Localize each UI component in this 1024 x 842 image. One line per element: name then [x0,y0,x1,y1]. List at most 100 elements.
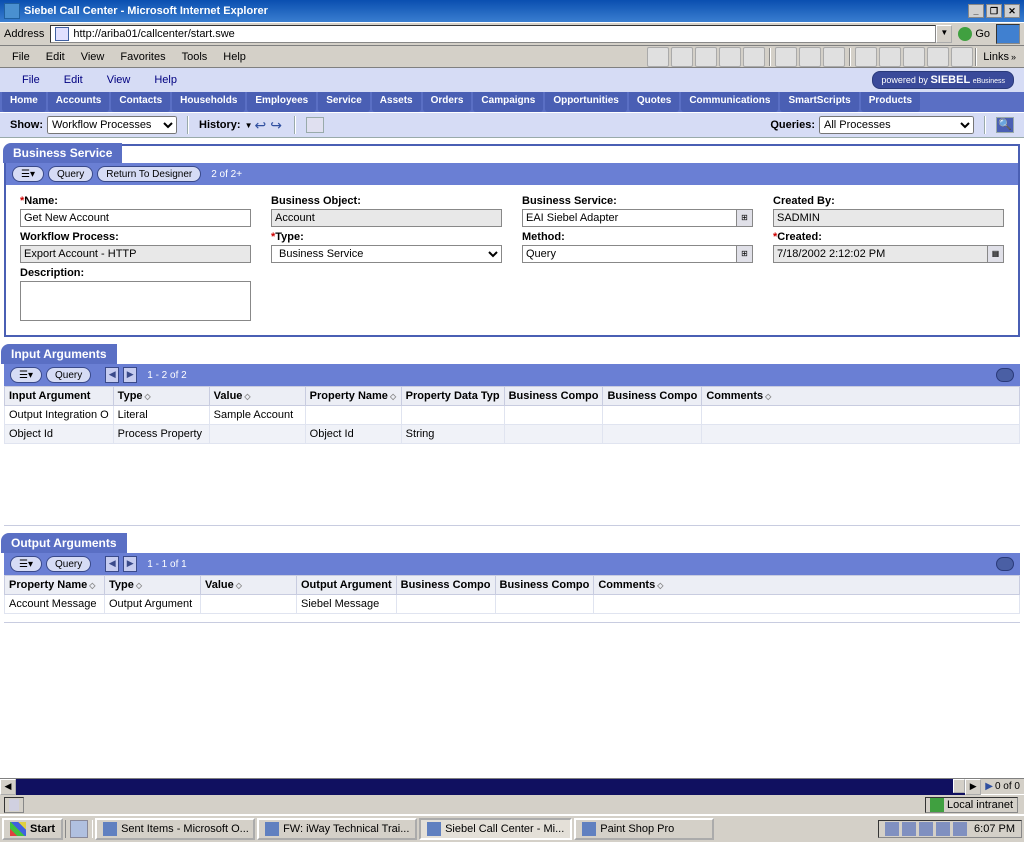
history-back-button[interactable]: ↩ [252,117,268,134]
history-button[interactable] [823,47,845,67]
col-comments[interactable]: Comments◇ [702,387,1020,406]
applet-menu-button[interactable]: ☰▾ [10,367,42,383]
show-dropdown[interactable]: Workflow Processes [47,116,177,134]
col-business-component[interactable]: Business Compo [504,387,603,406]
applet-toggle-button[interactable] [996,368,1014,382]
scroll-thumb[interactable] [953,779,965,793]
siebel-menu-view[interactable]: View [95,72,143,88]
url-dropdown-button[interactable]: ▼ [936,25,952,43]
business-service-pick-button[interactable]: ⊞ [737,209,753,227]
go-button[interactable]: Go [958,27,990,41]
query-button[interactable]: Query [48,166,93,182]
ie-menu-file[interactable]: File [4,49,38,65]
search-button[interactable] [775,47,797,67]
table-row[interactable]: Output Integration OLiteralSample Accoun… [5,406,1020,425]
scroll-right-button[interactable]: ▶ [965,779,981,795]
method-input[interactable] [522,245,737,263]
tab-smartscripts[interactable]: SmartScripts [780,92,858,112]
tab-communications[interactable]: Communications [681,92,778,112]
sitemap-icon[interactable] [306,117,324,133]
stop-button[interactable] [695,47,717,67]
ie-menu-tools[interactable]: Tools [174,49,216,65]
col-business-component[interactable]: Business Compo [396,576,495,595]
col-value[interactable]: Value◇ [209,387,305,406]
taskbar-item[interactable]: Sent Items - Microsoft O... [95,818,255,840]
back-button[interactable] [647,47,669,67]
type-dropdown[interactable]: Business Service [271,245,502,263]
ie-menu-edit[interactable]: Edit [38,49,73,65]
business-service-input[interactable] [522,209,737,227]
start-button[interactable]: Start [2,818,63,840]
table-row[interactable]: Object IdProcess PropertyObject IdString [5,425,1020,444]
created-calendar-button[interactable]: ▦ [988,245,1004,263]
tab-products[interactable]: Products [861,92,920,112]
return-to-designer-button[interactable]: Return To Designer [97,166,201,182]
favorites-button[interactable] [799,47,821,67]
next-record-button[interactable]: ▶ [123,367,137,383]
tray-icon[interactable] [936,822,950,836]
prev-record-button[interactable]: ◀ [105,556,119,572]
tray-icon[interactable] [953,822,967,836]
query-button[interactable]: Query [46,556,91,572]
ie-menu-favorites[interactable]: Favorites [112,49,173,65]
col-property-data-type[interactable]: Property Data Typ [401,387,504,406]
scroll-track[interactable] [16,779,965,795]
clock[interactable]: 6:07 PM [974,823,1015,835]
tab-contacts[interactable]: Contacts [111,92,170,112]
col-output-argument[interactable]: Output Argument [297,576,397,595]
col-type[interactable]: Type◇ [105,576,201,595]
forward-button[interactable] [671,47,693,67]
scroll-left-button[interactable]: ◀ [0,779,16,795]
col-comments[interactable]: Comments◇ [594,576,1020,595]
next-record-button[interactable]: ▶ [123,556,137,572]
history-forward-button[interactable]: ↪ [268,117,284,134]
tab-home[interactable]: Home [2,92,46,112]
ie-menu-help[interactable]: Help [215,49,254,65]
tab-accounts[interactable]: Accounts [48,92,110,112]
method-pick-button[interactable]: ⊞ [737,245,753,263]
tab-households[interactable]: Households [172,92,245,112]
edit-button[interactable] [903,47,925,67]
siebel-menu-help[interactable]: Help [142,72,189,88]
search-icon[interactable]: 🔍 [996,117,1014,133]
col-business-component-field[interactable]: Business Compo [495,576,594,595]
queries-dropdown[interactable]: All Processes [819,116,974,134]
tray-icon[interactable] [885,822,899,836]
tab-assets[interactable]: Assets [372,92,421,112]
col-business-component-field[interactable]: Business Compo [603,387,702,406]
siebel-menu-file[interactable]: File [10,72,52,88]
minimize-button[interactable]: _ [968,4,984,18]
applet-menu-button[interactable]: ☰▾ [10,556,42,572]
col-value[interactable]: Value◇ [201,576,297,595]
discuss-button[interactable] [927,47,949,67]
taskbar-item[interactable]: Siebel Call Center - Mi... [419,818,572,840]
siebel-menu-edit[interactable]: Edit [52,72,95,88]
table-row[interactable]: Account MessageOutput ArgumentSiebel Mes… [5,595,1020,614]
home-button[interactable] [743,47,765,67]
tab-employees[interactable]: Employees [247,92,316,112]
name-input[interactable] [20,209,251,227]
prev-record-button[interactable]: ◀ [105,367,119,383]
applet-menu-button[interactable]: ☰▾ [12,166,44,182]
col-type[interactable]: Type◇ [113,387,209,406]
tray-icon[interactable] [902,822,916,836]
taskbar-item[interactable]: FW: iWay Technical Trai... [257,818,417,840]
tab-opportunities[interactable]: Opportunities [545,92,627,112]
tab-campaigns[interactable]: Campaigns [473,92,543,112]
maximize-button[interactable]: ❐ [986,4,1002,18]
query-button[interactable]: Query [46,367,91,383]
tab-orders[interactable]: Orders [423,92,472,112]
taskbar-item[interactable]: Paint Shop Pro [574,818,714,840]
horizontal-scrollbar[interactable]: ◀ ▶ ▶0 of 0 [0,778,1024,794]
print-button[interactable] [879,47,901,67]
tab-quotes[interactable]: Quotes [629,92,679,112]
description-textarea[interactable] [20,281,251,321]
col-property-name[interactable]: Property Name◇ [305,387,401,406]
col-property-name[interactable]: Property Name◇ [5,576,105,595]
mail-button[interactable] [855,47,877,67]
ie-menu-view[interactable]: View [73,49,113,65]
url-input[interactable]: http://ariba01/callcenter/start.swe [50,25,936,43]
refresh-button[interactable] [719,47,741,67]
tab-service[interactable]: Service [318,92,370,112]
quick-launch-icon[interactable] [70,820,88,838]
